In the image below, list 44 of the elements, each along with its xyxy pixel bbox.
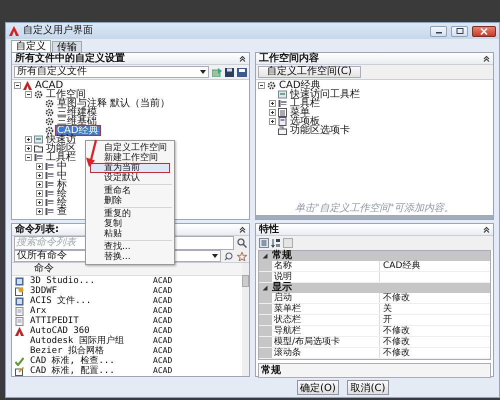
command-name: Autodesk 国际用户组 (29, 336, 125, 346)
command-name: CAD 标准, 配置... (29, 366, 116, 376)
command-source: ACAD (153, 276, 172, 286)
window-title: 自定义用户界面 (23, 25, 93, 37)
command-source: ACAD (153, 336, 172, 346)
command-source: ACAD (153, 356, 172, 366)
command-source: ACAD (153, 306, 172, 316)
property-name: 状态栏 (272, 315, 380, 325)
property-name: 启动 (272, 293, 380, 303)
panel-title: 工作空间内容 (259, 53, 319, 64)
property-name: 名称 (272, 261, 380, 271)
property-name: 滚动条 (272, 348, 380, 358)
description-title: 常规 (261, 365, 281, 376)
panel-title: 所有文件中的自定义设置 (15, 53, 125, 64)
property-name: 说明 (272, 272, 380, 282)
command-name: 3D Studio... (29, 276, 96, 286)
command-name: Bezier 拟合网格 (29, 346, 105, 356)
command-name: CAD 标准, 检查... (29, 356, 116, 366)
panel-title: 特性 (259, 224, 279, 235)
command-source: ACAD (153, 346, 172, 356)
command-source: ACAD (153, 286, 172, 296)
property-name: 导航栏 (272, 326, 380, 336)
property-value: 开 (383, 315, 392, 325)
command-source: ACAD (153, 366, 172, 376)
category-label: 常规 (272, 251, 292, 261)
command-source: ACAD (153, 296, 172, 306)
property-name: 菜单栏 (272, 304, 380, 314)
property-value: 不修改 (383, 348, 410, 358)
command-name: ATTIPEDIT (29, 316, 80, 326)
panel-title: 命令列表: (15, 224, 59, 235)
property-value: 不修改 (383, 337, 410, 347)
command-source: ACAD (153, 326, 172, 336)
property-value: 不修改 (383, 293, 410, 303)
command-source: ACAD (153, 316, 172, 326)
property-value: CAD经典 (383, 261, 420, 271)
category-label: 显示 (272, 283, 292, 293)
property-value: 不修改 (383, 326, 410, 336)
property-value: 关 (383, 304, 392, 314)
command-name: ACIS 文件... (29, 296, 92, 306)
hint-text: 单击"自定义工作空间"可添加内容。 (294, 203, 456, 214)
command-name: 3DDWF (29, 286, 58, 296)
command-name: Arx (29, 306, 48, 316)
command-name: AutoCAD 360 (29, 326, 91, 336)
property-name: 模型/布局选项卡 (272, 337, 380, 347)
